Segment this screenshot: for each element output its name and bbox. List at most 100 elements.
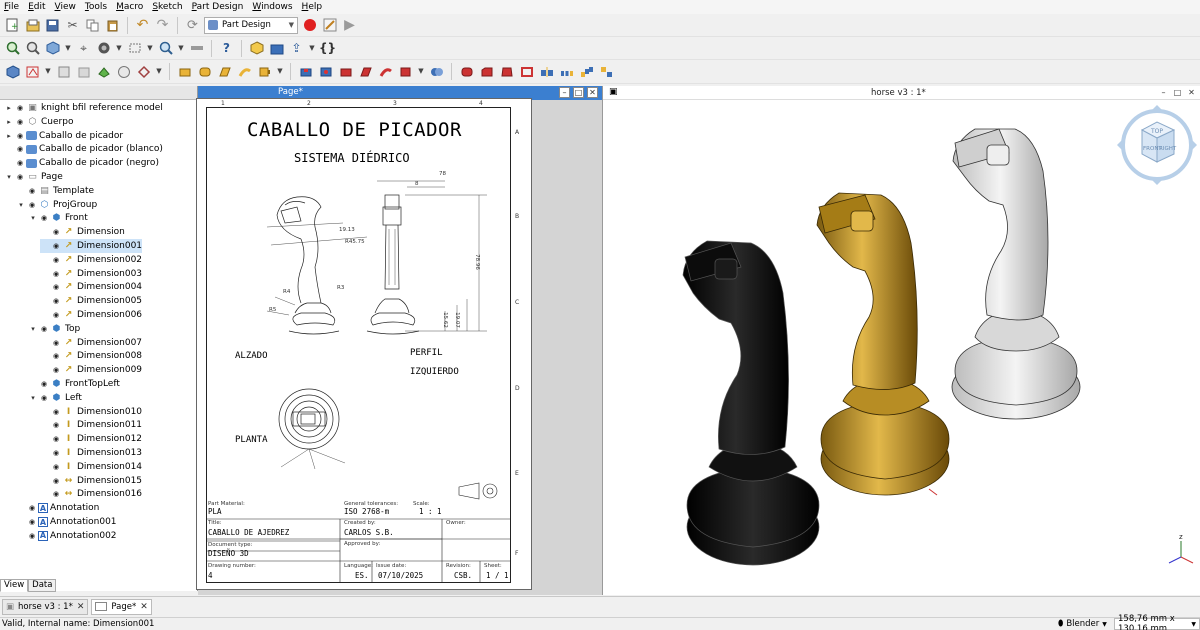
revolution-icon[interactable] <box>196 63 213 80</box>
menu-windows[interactable]: Windows <box>252 2 292 12</box>
chevron-down-icon[interactable]: ▼ <box>177 40 185 57</box>
expand-arrow-icon[interactable]: ▾ <box>28 394 38 402</box>
open-document-icon[interactable] <box>24 17 41 34</box>
cut-icon[interactable]: ✂ <box>64 17 81 34</box>
visibility-eye-icon[interactable]: ◉ <box>14 132 26 140</box>
visibility-eye-icon[interactable]: ◉ <box>50 352 62 360</box>
chevron-down-icon[interactable]: ▼ <box>44 63 52 80</box>
thickness-icon[interactable] <box>518 63 535 80</box>
helix-icon[interactable] <box>256 63 273 80</box>
expand-arrow-icon[interactable]: ▸ <box>4 132 14 140</box>
visibility-eye-icon[interactable]: ◉ <box>26 187 38 195</box>
expand-arrow-icon[interactable]: ▾ <box>16 201 26 209</box>
visibility-eye-icon[interactable]: ◉ <box>50 421 62 429</box>
tree-item[interactable]: ◉ Caballo de picador (blanco) <box>4 142 163 156</box>
visibility-eye-icon[interactable]: ◉ <box>26 504 38 512</box>
pipe-icon[interactable] <box>236 63 253 80</box>
fillet-icon[interactable] <box>458 63 475 80</box>
menu-help[interactable]: Help <box>302 2 323 12</box>
chevron-down-icon[interactable]: ▼ <box>417 63 425 80</box>
tree-item[interactable]: ◉ ↗ Dimension001 <box>40 239 143 253</box>
menu-tools[interactable]: Tools <box>85 2 107 12</box>
chevron-down-icon[interactable]: ▼ <box>276 63 284 80</box>
record-macro-icon[interactable] <box>301 17 318 34</box>
minimize-icon[interactable]: – <box>559 87 570 98</box>
tree-item[interactable]: ◉ ↔ Dimension016 <box>40 487 142 501</box>
visibility-eye-icon[interactable]: ◉ <box>50 463 62 471</box>
tree-item[interactable]: ◉ ⬢ FrontTopLeft <box>28 377 120 391</box>
validate-sketch-icon[interactable] <box>55 63 72 80</box>
menu-edit[interactable]: Edit <box>28 2 45 12</box>
whats-this-icon[interactable]: ? <box>218 40 235 57</box>
tree-item[interactable]: ◉ ↗ Dimension005 <box>40 294 142 308</box>
hole-icon[interactable] <box>317 63 334 80</box>
tree-item[interactable]: ◉ ↗ Dimension003 <box>40 267 142 281</box>
navigation-cube[interactable]: TOP FRONT RIGHT <box>1116 104 1198 186</box>
polar-pattern-icon[interactable] <box>578 63 595 80</box>
visibility-eye-icon[interactable]: ◉ <box>14 118 26 126</box>
draw-style-icon[interactable] <box>95 40 112 57</box>
linear-pattern-icon[interactable] <box>558 63 575 80</box>
visibility-eye-icon[interactable]: ◉ <box>50 366 62 374</box>
bounding-box-icon[interactable] <box>126 40 143 57</box>
python-console-icon[interactable]: {} <box>319 40 336 57</box>
save-icon[interactable] <box>44 17 61 34</box>
visibility-eye-icon[interactable]: ◉ <box>50 270 62 278</box>
expand-arrow-icon[interactable]: ▾ <box>4 173 14 181</box>
macro-editor-icon[interactable] <box>321 17 338 34</box>
chevron-down-icon[interactable]: ▼ <box>64 40 72 57</box>
tree-item[interactable]: ◉ I Dimension011 <box>40 418 142 432</box>
tree-item[interactable]: ◉ I Dimension010 <box>40 405 142 419</box>
paste-icon[interactable] <box>104 17 121 34</box>
black-knight-model[interactable] <box>682 240 820 566</box>
visibility-eye-icon[interactable]: ◉ <box>14 145 26 153</box>
link-icon[interactable]: ⇪ <box>288 40 305 57</box>
tree-item[interactable]: ◉ ↗ Dimension <box>40 225 125 239</box>
tab-view[interactable]: View <box>0 579 29 592</box>
maximize-icon[interactable]: □ <box>573 87 584 98</box>
execute-macro-icon[interactable]: ▶ <box>341 17 358 34</box>
tree-item[interactable]: ▸ ◉ ⬡ Cuerpo <box>4 115 73 129</box>
loft-icon[interactable] <box>216 63 233 80</box>
close-icon[interactable]: ✕ <box>140 602 148 612</box>
clone-icon[interactable] <box>95 63 112 80</box>
tree-item[interactable]: ◉ ↗ Dimension006 <box>40 308 142 322</box>
subtractive-pipe-icon[interactable] <box>377 63 394 80</box>
minimize-icon[interactable]: – <box>1158 87 1169 98</box>
pad-icon[interactable] <box>176 63 193 80</box>
visibility-eye-icon[interactable]: ◉ <box>50 311 62 319</box>
expand-arrow-icon[interactable]: ▾ <box>28 214 38 222</box>
expand-arrow-icon[interactable]: ▸ <box>4 118 14 126</box>
visibility-eye-icon[interactable]: ◉ <box>38 214 50 222</box>
drawing-sheet[interactable]: 1 2 3 4 A B C D E F CABALLO DE PICADOR S… <box>196 98 532 590</box>
visibility-eye-icon[interactable]: ◉ <box>50 449 62 457</box>
tree-item[interactable]: ▾ ◉ ⬢ Top <box>28 322 80 336</box>
chevron-down-icon[interactable]: ▼ <box>115 40 123 57</box>
tree-item[interactable]: ◉ ↗ Dimension009 <box>40 363 142 377</box>
tab-horse-v3[interactable]: ▣ horse v3 : 1* ✕ <box>2 598 89 615</box>
visibility-eye-icon[interactable]: ◉ <box>14 159 26 167</box>
chevron-down-icon[interactable]: ▼ <box>146 40 154 57</box>
menu-part-design[interactable]: Part Design <box>192 2 244 12</box>
tree-item[interactable]: ◉ I Dimension013 <box>40 446 142 460</box>
tree-item[interactable]: ◉ ▤ Template <box>16 184 94 198</box>
visibility-eye-icon[interactable]: ◉ <box>38 380 50 388</box>
visibility-eye-icon[interactable]: ◉ <box>50 339 62 347</box>
tree-item[interactable]: ◉ Caballo de picador (negro) <box>4 156 159 170</box>
tree-item[interactable]: ▾ ◉ ⬢ Left <box>28 391 82 405</box>
visibility-eye-icon[interactable]: ◉ <box>50 242 62 250</box>
local-cs-icon[interactable] <box>135 63 152 80</box>
tree-item[interactable]: ◉ ↗ Dimension007 <box>40 336 142 350</box>
tree-item[interactable]: ▸ ◉ Caballo de picador <box>4 129 123 143</box>
visibility-eye-icon[interactable]: ◉ <box>26 201 38 209</box>
tree-item[interactable]: ◉ A Annotation001 <box>16 515 117 529</box>
multi-transform-icon[interactable] <box>598 63 615 80</box>
visibility-eye-icon[interactable]: ◉ <box>38 325 50 333</box>
create-body-icon[interactable] <box>4 63 21 80</box>
tree-item[interactable]: ▾ ◉ ⬡ ProjGroup <box>16 198 97 212</box>
create-sketch-icon[interactable] <box>24 63 41 80</box>
chevron-down-icon[interactable]: ▼ <box>308 40 316 57</box>
boolean-icon[interactable] <box>428 63 445 80</box>
std-views-icon[interactable] <box>44 40 61 57</box>
chevron-down-icon[interactable]: ▼ <box>155 63 163 80</box>
